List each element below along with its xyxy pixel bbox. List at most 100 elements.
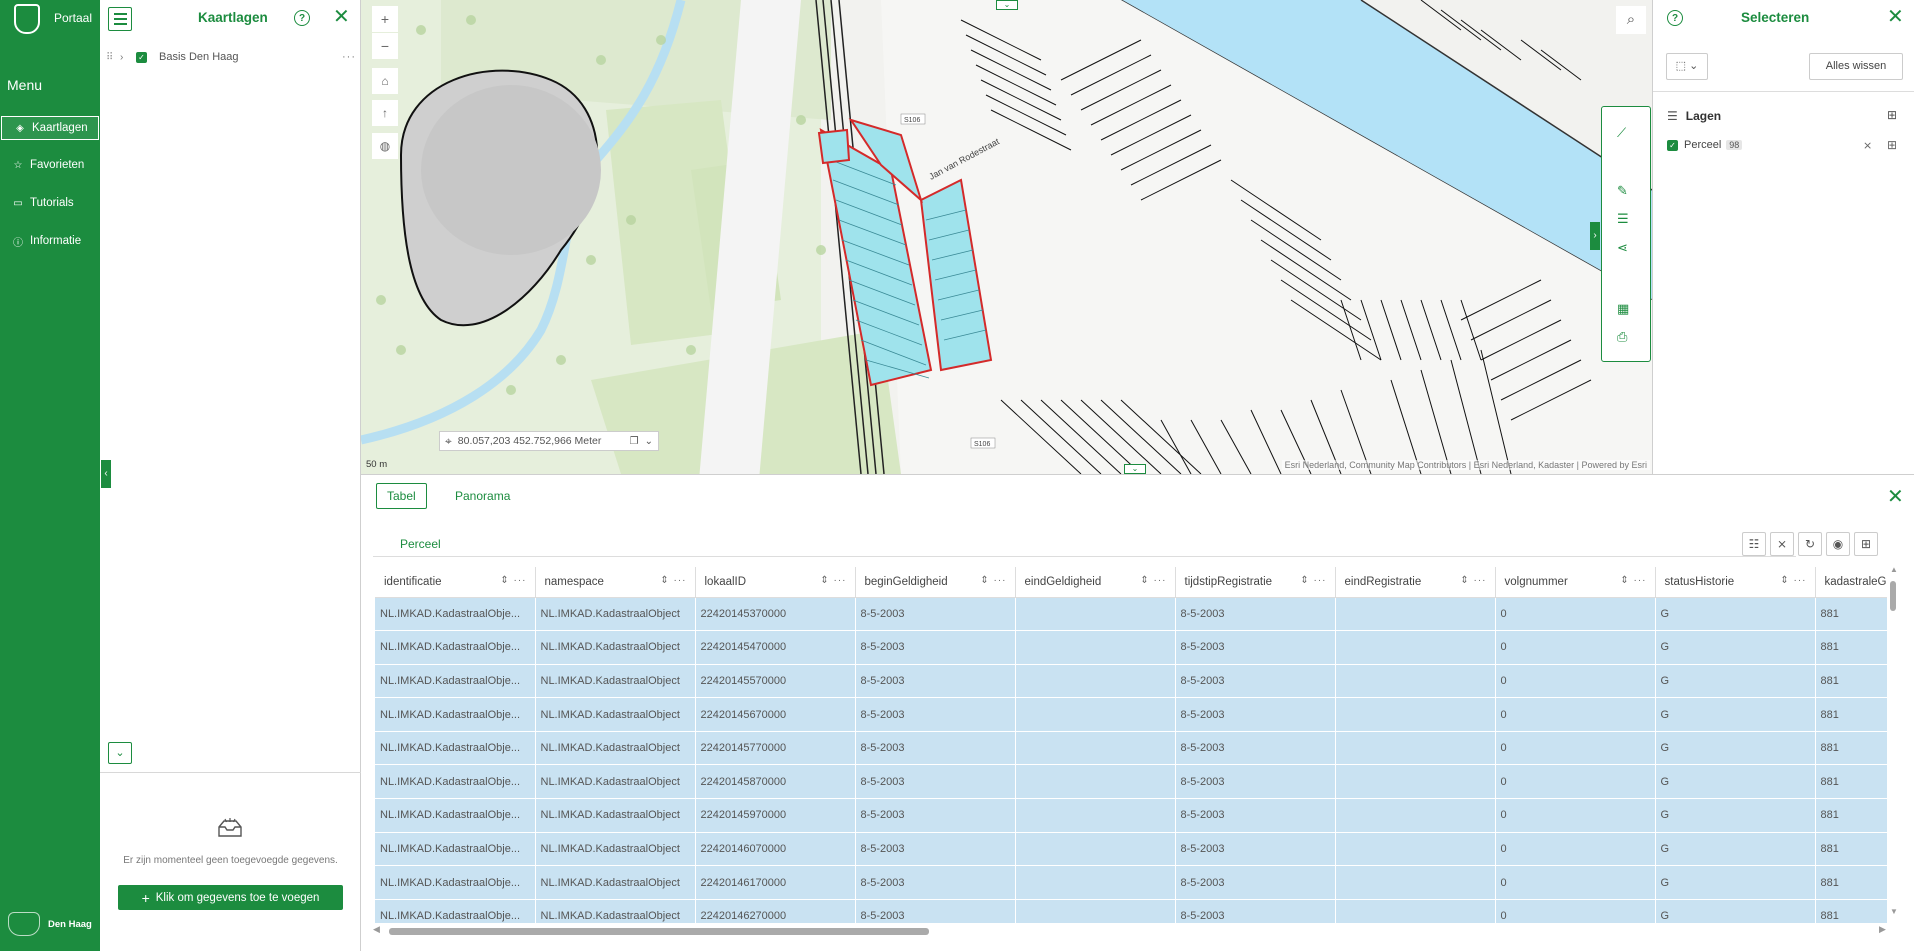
table-cell: NL.IMKAD.KadastraalObject bbox=[535, 697, 696, 732]
nav-item-informatie[interactable]: ⓘ Informatie bbox=[0, 229, 100, 253]
table-row[interactable]: NL.IMKAD.KadastraalObje... NL.IMKAD.Kadas… bbox=[375, 697, 1887, 732]
grid-icon[interactable]: ⊞ bbox=[1854, 532, 1878, 556]
table-cell: 881 bbox=[1815, 832, 1887, 867]
tab-tabel[interactable]: Tabel bbox=[376, 483, 427, 509]
table-cell: 881 bbox=[1815, 798, 1887, 833]
portal-logo-icon[interactable] bbox=[14, 4, 40, 34]
help-icon[interactable]: ? bbox=[1667, 10, 1683, 26]
nav-item-tutorials[interactable]: ▭ Tutorials bbox=[0, 191, 100, 215]
column-header-label: statusHistorie bbox=[1664, 575, 1735, 588]
more-options-icon[interactable]: ··· bbox=[342, 51, 356, 63]
horizontal-scrollbar[interactable]: ◀ ▶ bbox=[373, 924, 1889, 936]
sort-options-icon[interactable]: ⇕ ··· bbox=[1780, 575, 1806, 586]
close-icon[interactable]: ✕ bbox=[333, 7, 350, 27]
layer-checkbox[interactable]: ✓ bbox=[136, 51, 147, 63]
comment-icon[interactable]: ✎ bbox=[1617, 183, 1628, 199]
drag-handle-icon[interactable]: ⠿ bbox=[106, 52, 120, 63]
table-row[interactable]: NL.IMKAD.KadastraalObje... NL.IMKAD.Kadas… bbox=[375, 764, 1887, 800]
table-cell: NL.IMKAD.KadastraalObje... bbox=[375, 832, 536, 867]
nav-item-label: Kaartlagen bbox=[32, 122, 88, 134]
table-row[interactable]: NL.IMKAD.KadastraalObje... NL.IMKAD.Kadas… bbox=[375, 865, 1887, 900]
map-view[interactable]: Jan van Rodestraat S106 S106 + − ⌂ ↑ ◍ ⌖… bbox=[361, 0, 1652, 474]
coordinate-widget[interactable]: ⌖ 80.057,203 452.752,966 Meter ❐ ⌄ bbox=[439, 431, 659, 451]
divider bbox=[1653, 91, 1914, 92]
chevron-double-down-icon[interactable]: ⌄ bbox=[108, 742, 132, 764]
vertical-scrollbar[interactable]: ▲ ▼ bbox=[1888, 565, 1898, 916]
table-row[interactable]: NL.IMKAD.KadastraalObje... NL.IMKAD.Kadas… bbox=[375, 798, 1887, 833]
table-row[interactable]: NL.IMKAD.KadastraalObje... NL.IMKAD.Kadas… bbox=[375, 664, 1887, 699]
share-icon[interactable]: ⋖ bbox=[1617, 240, 1628, 256]
close-icon[interactable]: ✕ bbox=[1887, 7, 1904, 27]
compass-icon[interactable]: ↑ bbox=[372, 100, 398, 126]
attribute-table[interactable]: identificatie ⇕ ··· namespace ⇕ ··· lokaalID… bbox=[375, 567, 1887, 923]
column-header[interactable]: volgnummer ⇕ ··· bbox=[1495, 567, 1656, 598]
zoom-out-button[interactable]: − bbox=[372, 33, 398, 59]
layer-settings-icon[interactable]: ⊞ bbox=[1887, 108, 1897, 122]
panel-title: Selecteren bbox=[1741, 10, 1810, 25]
show-hide-icon[interactable]: ◉ bbox=[1826, 532, 1850, 556]
column-header[interactable]: eindRegistratie ⇕ ··· bbox=[1335, 567, 1496, 598]
layer-checkbox[interactable]: ✓ bbox=[1667, 139, 1678, 151]
clear-selection-icon[interactable]: ⨯ bbox=[1770, 532, 1794, 556]
zoom-in-button[interactable]: + bbox=[372, 6, 398, 32]
help-icon[interactable]: ? bbox=[294, 10, 310, 26]
sort-options-icon[interactable]: ⇕ ··· bbox=[1460, 575, 1486, 586]
layer-tab-perceel[interactable]: Perceel bbox=[373, 529, 1796, 557]
column-header[interactable]: tijdstipRegistratie ⇕ ··· bbox=[1175, 567, 1336, 598]
crosshair-icon[interactable]: ⌖ bbox=[445, 434, 452, 449]
nav-item-kaartlagen[interactable]: ◈ Kaartlagen bbox=[1, 116, 99, 140]
sort-options-icon[interactable]: ⇕ ··· bbox=[820, 575, 846, 586]
table-row[interactable]: NL.IMKAD.KadastraalObje... NL.IMKAD.Kadas… bbox=[375, 630, 1887, 665]
home-icon[interactable]: ⌂ bbox=[372, 68, 398, 94]
print-icon[interactable]: ⎙ bbox=[1617, 329, 1627, 345]
tab-panorama[interactable]: Panorama bbox=[445, 483, 520, 509]
chevron-down-icon[interactable]: ⌄ bbox=[645, 436, 653, 447]
selected-layer-row[interactable]: ✓ Perceel 98 bbox=[1667, 139, 1743, 151]
table-cell: G bbox=[1655, 697, 1816, 732]
collapse-toolbar-icon[interactable]: › bbox=[1590, 222, 1600, 250]
nav-item-favorieten[interactable]: ☆ Favorieten bbox=[0, 153, 100, 177]
add-data-button[interactable]: + Klik om gegevens toe te voegen bbox=[118, 885, 343, 910]
close-icon[interactable]: ✕ bbox=[1887, 487, 1904, 507]
sort-options-icon[interactable]: ⇕ ··· bbox=[1620, 575, 1646, 586]
selection-tool-dropdown[interactable]: ⬚ ⌄ bbox=[1666, 53, 1708, 80]
column-header-label: eindRegistratie bbox=[1344, 575, 1422, 588]
clear-all-button[interactable]: Alles wissen bbox=[1809, 53, 1903, 80]
column-header[interactable]: lokaalID ⇕ ··· bbox=[695, 567, 856, 598]
column-header[interactable]: namespace ⇕ ··· bbox=[535, 567, 696, 598]
grid-icon[interactable]: ⊞ bbox=[1887, 138, 1897, 152]
chevron-down-icon[interactable]: ⌄ bbox=[1124, 464, 1146, 474]
sort-options-icon[interactable]: ⇕ ··· bbox=[980, 575, 1006, 586]
list-icon[interactable]: ☰ bbox=[1617, 211, 1629, 227]
table-cell: 22420145770000 bbox=[695, 731, 856, 766]
column-header[interactable]: beginGeldigheid ⇕ ··· bbox=[855, 567, 1016, 598]
table-row[interactable]: NL.IMKAD.KadastraalObje... NL.IMKAD.Kadas… bbox=[375, 597, 1887, 632]
line-chart-icon[interactable]: ⟋ bbox=[1617, 125, 1626, 141]
globe-icon[interactable]: ◍ bbox=[372, 133, 398, 159]
sort-options-icon[interactable]: ⇕ ··· bbox=[660, 575, 686, 586]
chevron-up-icon[interactable]: ⌄ bbox=[996, 0, 1018, 10]
chevron-right-icon[interactable]: › bbox=[120, 52, 136, 63]
column-header[interactable]: statusHistorie ⇕ ··· bbox=[1655, 567, 1816, 598]
layer-row[interactable]: ⠿ › ✓ Basis Den Haag ··· bbox=[106, 48, 356, 66]
table-row[interactable]: NL.IMKAD.KadastraalObje... NL.IMKAD.Kadas… bbox=[375, 731, 1887, 766]
sort-options-icon[interactable]: ⇕ ··· bbox=[1140, 575, 1166, 586]
search-icon[interactable]: ⌕ bbox=[1616, 6, 1646, 34]
table-cell: 8-5-2003 bbox=[1175, 630, 1336, 665]
table-row[interactable]: NL.IMKAD.KadastraalObje... NL.IMKAD.Kadas… bbox=[375, 899, 1887, 923]
portal-label[interactable]: Portaal bbox=[54, 11, 92, 25]
copy-icon[interactable]: ❐ bbox=[630, 436, 639, 447]
column-header[interactable]: eindGeldigheid ⇕ ··· bbox=[1015, 567, 1176, 598]
map-canvas[interactable]: Jan van Rodestraat S106 S106 bbox=[361, 0, 1652, 474]
clear-selection-icon[interactable]: ⨯ bbox=[1863, 139, 1872, 152]
table-row[interactable]: NL.IMKAD.KadastraalObje... NL.IMKAD.Kadas… bbox=[375, 832, 1887, 867]
checklist-icon[interactable]: ☷ bbox=[1742, 532, 1766, 556]
column-header[interactable]: identificatie ⇕ ··· bbox=[375, 567, 536, 598]
column-header[interactable]: kadastraleG bbox=[1815, 567, 1887, 598]
sort-options-icon[interactable]: ⇕ ··· bbox=[1300, 575, 1326, 586]
hamburger-menu-icon[interactable] bbox=[108, 7, 132, 31]
expand-panel-icon[interactable]: ‹ bbox=[101, 460, 111, 488]
sort-options-icon[interactable]: ⇕ ··· bbox=[500, 575, 526, 586]
refresh-icon[interactable]: ↻ bbox=[1798, 532, 1822, 556]
table-icon[interactable]: ▦ bbox=[1617, 301, 1629, 317]
